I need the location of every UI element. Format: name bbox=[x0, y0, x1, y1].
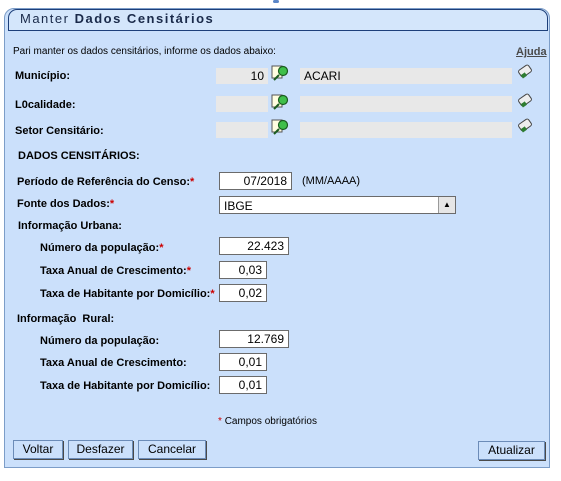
rural-taxa-habitante-input[interactable]: 0,01 bbox=[219, 376, 267, 394]
desfazer-button[interactable]: Desfazer bbox=[68, 440, 133, 459]
triangle-up-icon[interactable]: ▲ bbox=[438, 197, 455, 213]
fonte-select[interactable]: IBGE ▲ bbox=[219, 196, 456, 214]
municipio-code-field[interactable]: 10 bbox=[216, 68, 268, 84]
search-icon[interactable] bbox=[271, 64, 289, 82]
top-indicator bbox=[273, 0, 279, 3]
atualizar-button[interactable]: Atualizar bbox=[478, 441, 545, 460]
periodo-hint: (MM/AAAA) bbox=[302, 175, 361, 187]
localidade-code-field[interactable] bbox=[216, 96, 268, 112]
setor-name-field bbox=[300, 122, 512, 138]
help-link[interactable]: Ajuda bbox=[516, 46, 547, 58]
fonte-label: Fonte dos Dados:* bbox=[17, 198, 115, 210]
urbana-heading: Informação Urbana: bbox=[18, 220, 122, 232]
eraser-icon[interactable] bbox=[516, 64, 534, 80]
page-title: Manter Dados Censitários bbox=[20, 11, 215, 26]
search-icon[interactable] bbox=[271, 93, 289, 111]
municipio-label: Município: bbox=[15, 70, 70, 82]
rural-taxa-crescimento-label: Taxa Anual de Crescimento: bbox=[40, 357, 187, 369]
instruction-text: Pari manter os dados censitários, inform… bbox=[13, 46, 276, 57]
urbana-populacao-input[interactable]: 22.423 bbox=[219, 237, 289, 255]
search-icon[interactable] bbox=[271, 118, 289, 136]
rural-taxa-crescimento-input[interactable]: 0,01 bbox=[219, 353, 267, 371]
required-note: * Campos obrigatórios bbox=[218, 416, 317, 427]
setor-code-field[interactable] bbox=[216, 122, 268, 138]
rural-populacao-input[interactable]: 12.769 bbox=[219, 330, 289, 348]
localidade-label: L0calidade: bbox=[15, 99, 76, 111]
setor-label: Setor Censitário: bbox=[15, 125, 104, 137]
rural-heading: Informação Rural: bbox=[17, 313, 115, 325]
urbana-taxa-habitante-input[interactable]: 0,02 bbox=[219, 284, 267, 302]
urbana-taxa-crescimento-label: Taxa Anual de Crescimento:* bbox=[40, 265, 191, 277]
eraser-icon[interactable] bbox=[516, 118, 534, 134]
urbana-populacao-label: Número da população:* bbox=[40, 242, 164, 254]
cancelar-button[interactable]: Cancelar bbox=[138, 440, 206, 459]
municipio-name-field: ACARI bbox=[300, 68, 512, 84]
rural-taxa-habitante-label: Taxa de Habitante por Domicílio: bbox=[40, 380, 211, 392]
periodo-input[interactable]: 07/2018 bbox=[219, 172, 292, 190]
urbana-taxa-habitante-label: Taxa de Habitante por Domicílio:* bbox=[40, 288, 215, 300]
periodo-label: Período de Referência do Censo:* bbox=[17, 176, 195, 188]
rural-populacao-label: Número da população: bbox=[40, 335, 160, 347]
eraser-icon[interactable] bbox=[516, 93, 534, 109]
section-heading: DADOS CENSITÁRIOS: bbox=[18, 150, 140, 162]
voltar-button[interactable]: Voltar bbox=[13, 440, 63, 459]
localidade-name-field bbox=[300, 96, 512, 112]
urbana-taxa-crescimento-input[interactable]: 0,03 bbox=[219, 261, 267, 279]
